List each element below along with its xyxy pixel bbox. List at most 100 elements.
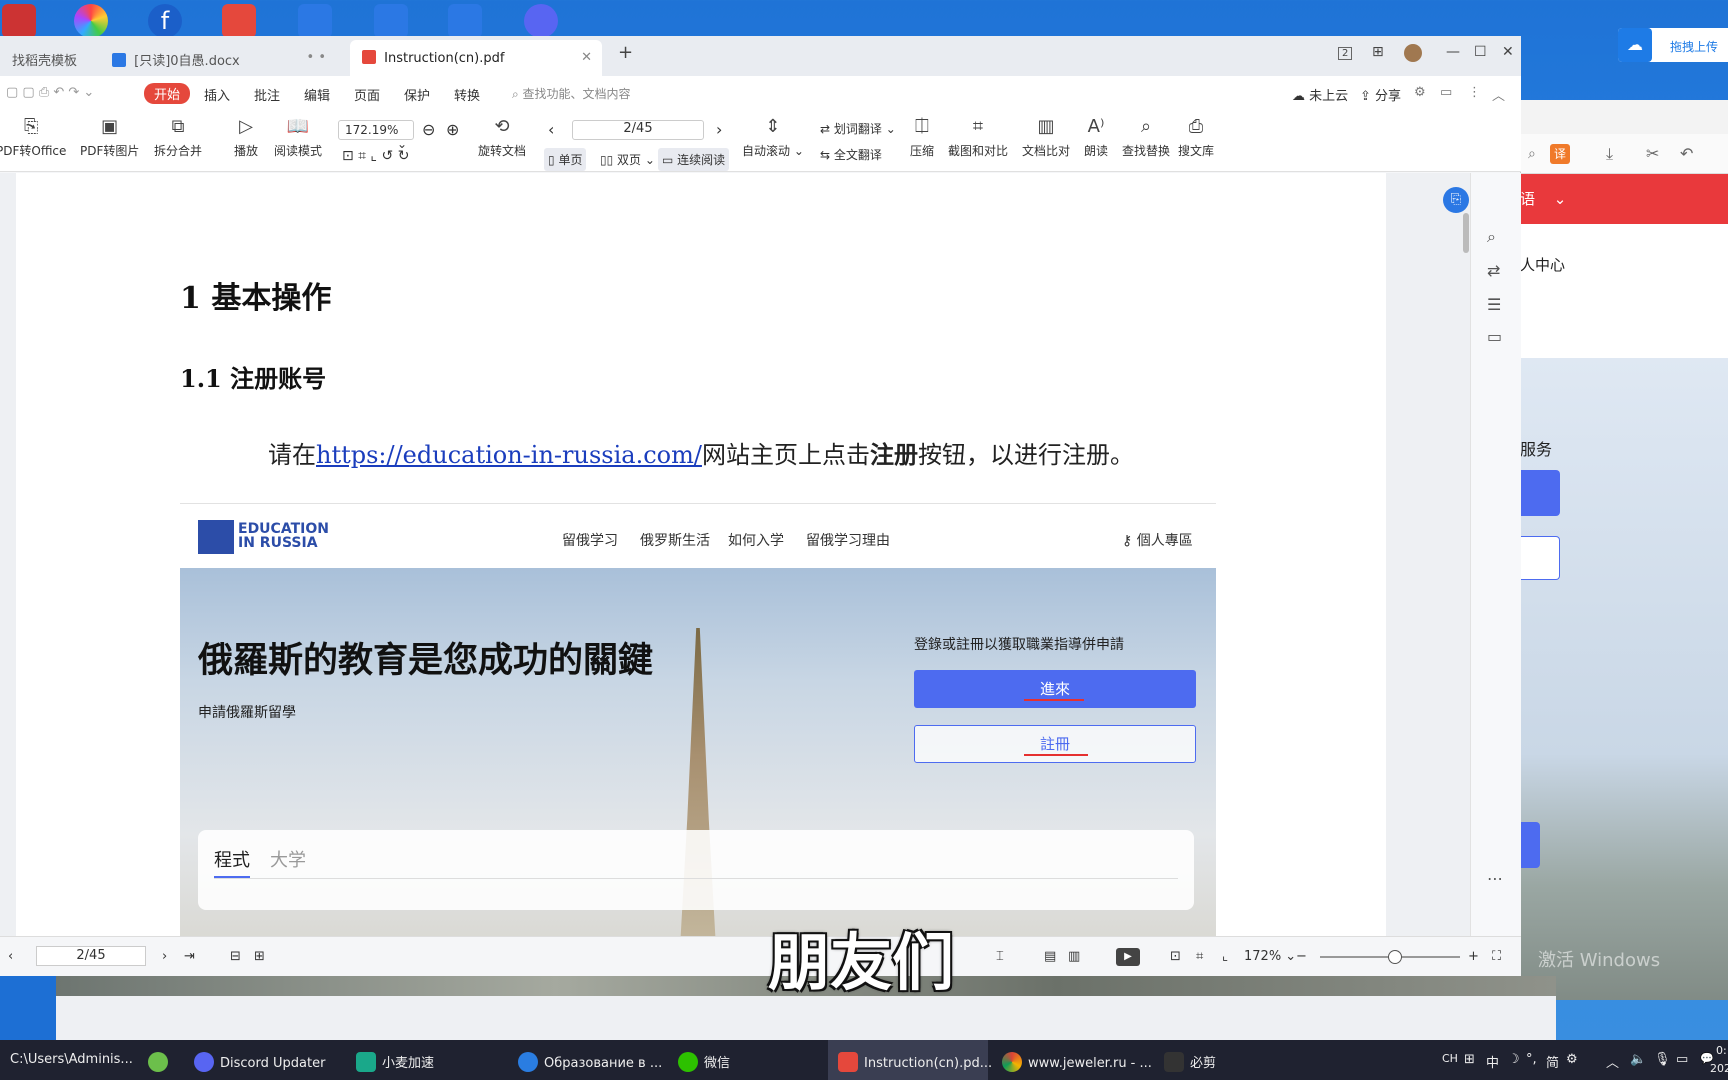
next-page-icon[interactable]: › (716, 120, 722, 139)
taskbar-item-wechat[interactable]: 微信 (678, 1040, 730, 1080)
discord-icon[interactable] (524, 4, 558, 38)
back-icon[interactable]: ⊟ (230, 949, 241, 964)
undo-icon[interactable]: ↶ (1680, 144, 1693, 163)
translate-float-icon[interactable]: ⎘ (1443, 187, 1469, 213)
page-input[interactable]: 2/45 (572, 120, 704, 140)
prev-page-icon[interactable]: ‹ (548, 120, 554, 139)
translate-icon[interactable]: 译 (1550, 144, 1570, 164)
more-options-icon[interactable]: ⋯ (1487, 869, 1503, 888)
network-icon[interactable]: ▭ (1676, 1052, 1688, 1067)
fit-tools-icons[interactable]: ⊡ ⌗ ⌞ ↺ ↻ (342, 148, 409, 164)
tab-count-icon[interactable]: 2 (1338, 44, 1353, 60)
search-library-button[interactable]: ⎙ 搜文库 (1178, 116, 1214, 159)
zoom-out-icon[interactable]: ⊖ (422, 120, 435, 139)
taskbar-item-accelerator[interactable]: 小麦加速 (356, 1040, 434, 1080)
moon-icon[interactable]: ☽ (1508, 1052, 1520, 1067)
pdf-to-office-button[interactable]: ⎘ PDF转Office (0, 116, 66, 159)
word-icon-2[interactable] (374, 4, 408, 38)
slider-knob[interactable] (1388, 950, 1402, 964)
download-icon[interactable]: ⤓ (1606, 144, 1613, 164)
website-link[interactable]: https://education-in-russia.com/ (316, 441, 702, 469)
clock-date[interactable]: 202 (1710, 1062, 1728, 1075)
tab-pdf[interactable]: Instruction(cn).pdf ✕ (350, 40, 602, 76)
forward-icon[interactable]: ⊞ (254, 949, 265, 964)
color-wheel-icon[interactable] (74, 4, 108, 38)
quick-access-icons[interactable]: ▢ ▢ ⎙ ↶ ↷ ⌄ (6, 85, 94, 100)
tray-ime2[interactable]: 简 (1546, 1052, 1559, 1071)
single-page-button[interactable]: ▯ 单页 (544, 148, 587, 171)
word-translate-button[interactable]: ⇄ 划词翻译 ⌄ (820, 120, 896, 137)
settings-icon[interactable]: ⚙ (1414, 85, 1426, 100)
full-translate-button[interactable]: ⇆ 全文翻译 (820, 146, 882, 163)
status-page-input[interactable]: 2/45 (36, 946, 146, 966)
fit-width-icon[interactable]: ⌞ (1222, 949, 1228, 964)
tab-docx[interactable]: [只读]0自愚.docx • • (100, 40, 336, 76)
chevron-up-icon[interactable]: ︿ (1606, 1052, 1619, 1071)
menu-start[interactable]: 开始 (144, 83, 191, 104)
convert-icon[interactable]: ⇄ (1487, 261, 1500, 280)
zoom-select[interactable]: 172% ⌄ (1244, 949, 1296, 964)
grid-icon[interactable]: ⊞ (1372, 44, 1384, 60)
cloud-upload-button[interactable]: ☁ 拖拽上传 (1618, 28, 1728, 62)
zoom-out-button[interactable]: − (1296, 949, 1307, 964)
close-icon[interactable]: ✕ (581, 50, 592, 65)
feature-search[interactable]: ⌕ 查找功能、文档内容 (512, 85, 631, 102)
single-view-icon[interactable]: ▤ (1044, 949, 1056, 964)
clock-time[interactable]: 0: (1716, 1044, 1727, 1057)
reader-icon[interactable]: ▭ (1487, 327, 1502, 346)
taskbar-item-browser[interactable]: Образование в ... (518, 1040, 662, 1080)
taskbar-item-bijian[interactable]: 必剪 (1164, 1040, 1216, 1080)
taskbar-item-wps[interactable]: Instruction(cn).pd... (828, 1040, 992, 1080)
menu-convert[interactable]: 转换 (454, 85, 480, 104)
zoom-in-button[interactable]: + (1468, 949, 1479, 964)
vertical-scrollbar[interactable] (1462, 173, 1470, 936)
double-page-button[interactable]: ▯▯ 双页 ⌄ (600, 151, 655, 168)
pdf-app-icon[interactable] (222, 4, 256, 38)
last-page-icon[interactable]: ⇥ (184, 949, 195, 964)
actual-size-icon[interactable]: ⊡ (1170, 949, 1181, 964)
word-icon-3[interactable] (448, 4, 482, 38)
word-icon-1[interactable] (298, 4, 332, 38)
play-button[interactable]: ▷ 播放 (234, 116, 258, 159)
mic-icon[interactable]: 🎙 (1654, 1052, 1671, 1067)
scissors-icon[interactable]: ✂ (1646, 144, 1659, 163)
find-replace-button[interactable]: ⌕ 查找替换 (1122, 116, 1170, 159)
compress-button[interactable]: ⎅ 压缩 (910, 116, 934, 159)
prev-page-icon[interactable]: ‹ (8, 949, 13, 964)
document-viewport[interactable]: 1 基本操作 1.1 注册账号 请在https://education-in-r… (0, 173, 1470, 936)
continuous-view-icon[interactable]: ⌶ (996, 949, 1004, 964)
play-icon[interactable]: ▶ (1116, 948, 1140, 966)
double-view-icon[interactable]: ▥ (1068, 949, 1080, 964)
read-mode-button[interactable]: 📖 阅读模式 (274, 116, 322, 159)
search-doc-icon[interactable]: ⌕ (1487, 227, 1496, 247)
doc-compare-button[interactable]: ▥ 文档比对 (1022, 116, 1070, 159)
taskbar-item-discord[interactable]: Discord Updater (194, 1040, 325, 1080)
menu-annotate[interactable]: 批注 (254, 85, 280, 104)
tray-lang[interactable]: CH (1442, 1052, 1458, 1065)
punct-icon[interactable]: °, (1526, 1052, 1537, 1067)
personal-center-fragment[interactable]: 人中心 (1520, 254, 1565, 275)
blue-fragment-button[interactable] (1520, 822, 1540, 868)
screenshot-compare-button[interactable]: ⌗ 截图和对比 (948, 116, 1008, 159)
scroll-thumb[interactable] (1463, 213, 1469, 253)
taskbar-item-chrome[interactable]: www.jeweler.ru - ... (1002, 1040, 1152, 1080)
search-icon[interactable]: ⌕ (1528, 146, 1536, 162)
app-icon[interactable] (2, 4, 36, 38)
browser-red-menu[interactable]: 语 ⌄ (1520, 174, 1728, 224)
menu-insert[interactable]: 插入 (204, 85, 230, 104)
volume-icon[interactable]: 🔈 (1630, 1052, 1646, 1067)
enter-fragment-button[interactable] (1520, 470, 1560, 516)
menu-edit[interactable]: 编辑 (304, 85, 330, 104)
split-merge-button[interactable]: ⧉ 拆分合并 (154, 116, 202, 159)
share-button[interactable]: ⇪ 分享 (1360, 85, 1401, 104)
minimize-icon[interactable]: — (1446, 44, 1460, 60)
ime-settings-icon[interactable]: ⚙ (1566, 1052, 1578, 1067)
zoom-in-icon[interactable]: ⊕ (446, 120, 459, 139)
zoom-select[interactable]: 172.19% ⌄ (338, 120, 414, 151)
fit-page-icon[interactable]: ⌗ (1196, 949, 1203, 964)
maximize-icon[interactable]: ☐ (1474, 44, 1487, 60)
cloud-status[interactable]: ☁ 未上云 (1292, 85, 1348, 104)
pdf-to-image-button[interactable]: ▣ PDF转图片 (80, 116, 139, 159)
comment-icon[interactable]: ▭ (1440, 85, 1452, 100)
auto-scroll-button[interactable]: ⇕ 自动滚动 ⌄ (742, 116, 804, 159)
